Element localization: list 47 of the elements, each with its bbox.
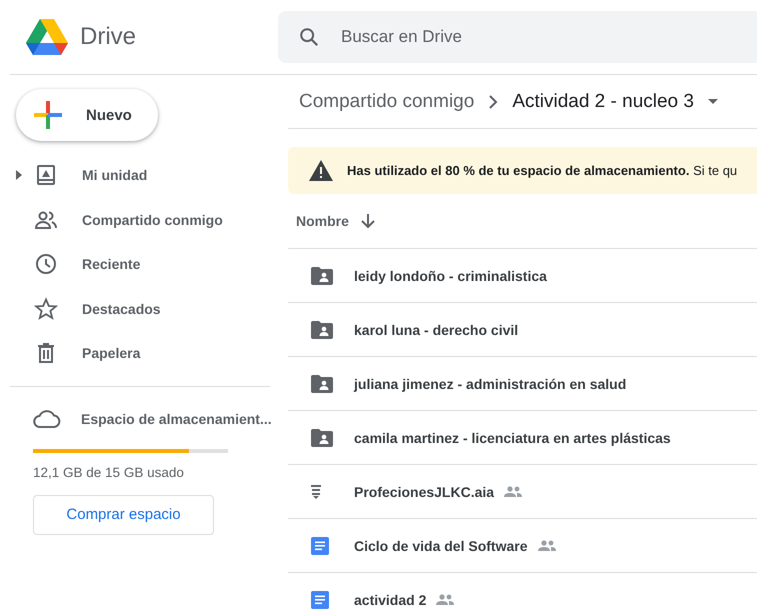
- new-button[interactable]: Nuevo: [16, 89, 158, 141]
- alert-message: Has utilizado el 80 % de tu espacio de almacenamiento. Si te qu: [347, 163, 738, 178]
- warning-icon: [309, 160, 333, 181]
- column-header[interactable]: Nombre: [296, 213, 349, 229]
- file-row[interactable]: actividad 2: [288, 573, 757, 616]
- buy-storage-button[interactable]: Comprar espacio: [33, 494, 214, 534]
- document-icon: [311, 590, 329, 608]
- search-icon[interactable]: [298, 26, 320, 48]
- sidebar-item[interactable]: Papelera: [0, 331, 278, 376]
- file-row[interactable]: leidy londoño - criminalistica: [288, 249, 757, 303]
- shared-folder-icon: [311, 320, 333, 338]
- sidebar-item[interactable]: Compartido conmigo: [0, 198, 278, 242]
- drive-icon: [34, 163, 58, 188]
- sidebar-item[interactable]: Destacados: [0, 286, 278, 331]
- search-field[interactable]: Buscar en Drive: [278, 11, 757, 63]
- breadcrumb-item[interactable]: Actividad 2 - nucleo 3: [512, 90, 694, 112]
- chevron-right-icon: [488, 94, 498, 108]
- app-name: Drive: [80, 23, 136, 51]
- file-name: karol luna - derecho civil: [354, 322, 518, 338]
- file-name: camila martinez - licenciatura en artes plásticas: [354, 430, 671, 446]
- document-icon: [311, 536, 329, 554]
- breadcrumb-item[interactable]: Compartido conmigo: [299, 90, 474, 112]
- file-name: juliana jimenez - administración en salud: [354, 376, 626, 392]
- sidebar-item[interactable]: Reciente: [0, 242, 278, 286]
- file-row[interactable]: camila martinez - licenciatura en artes plásticas: [288, 411, 757, 465]
- file-name: leidy londoño - criminalistica: [354, 268, 547, 284]
- file-row[interactable]: ProfecionesJLKC.aia: [288, 465, 757, 519]
- file-row[interactable]: Ciclo de vida del Software: [288, 519, 757, 573]
- shared-folder-icon: [311, 428, 333, 446]
- sidebar-item[interactable]: Mi unidad: [0, 153, 278, 198]
- file-icon: [311, 484, 321, 498]
- star-icon: [34, 296, 58, 321]
- shared-folder-icon: [311, 374, 333, 392]
- cloud-icon: [33, 408, 61, 428]
- file-name: actividad 2: [354, 592, 426, 608]
- drive-logo-icon: [26, 19, 68, 55]
- file-name: Ciclo de vida del Software: [354, 538, 528, 554]
- storage-usage: 12,1 GB de 15 GB usado: [33, 464, 185, 480]
- clock-icon: [34, 252, 58, 276]
- file-row[interactable]: karol luna - derecho civil: [288, 303, 757, 357]
- file-name: ProfecionesJLKC.aia: [354, 484, 494, 500]
- file-row[interactable]: juliana jimenez - administración en salud: [288, 357, 757, 411]
- plus-icon: [34, 101, 62, 129]
- storage-item[interactable]: Espacio de almacenamient...: [33, 396, 278, 440]
- shared-folder-icon: [311, 266, 333, 284]
- dropdown-caret-icon[interactable]: [708, 99, 718, 104]
- sort-down-arrow-icon[interactable]: [360, 213, 375, 229]
